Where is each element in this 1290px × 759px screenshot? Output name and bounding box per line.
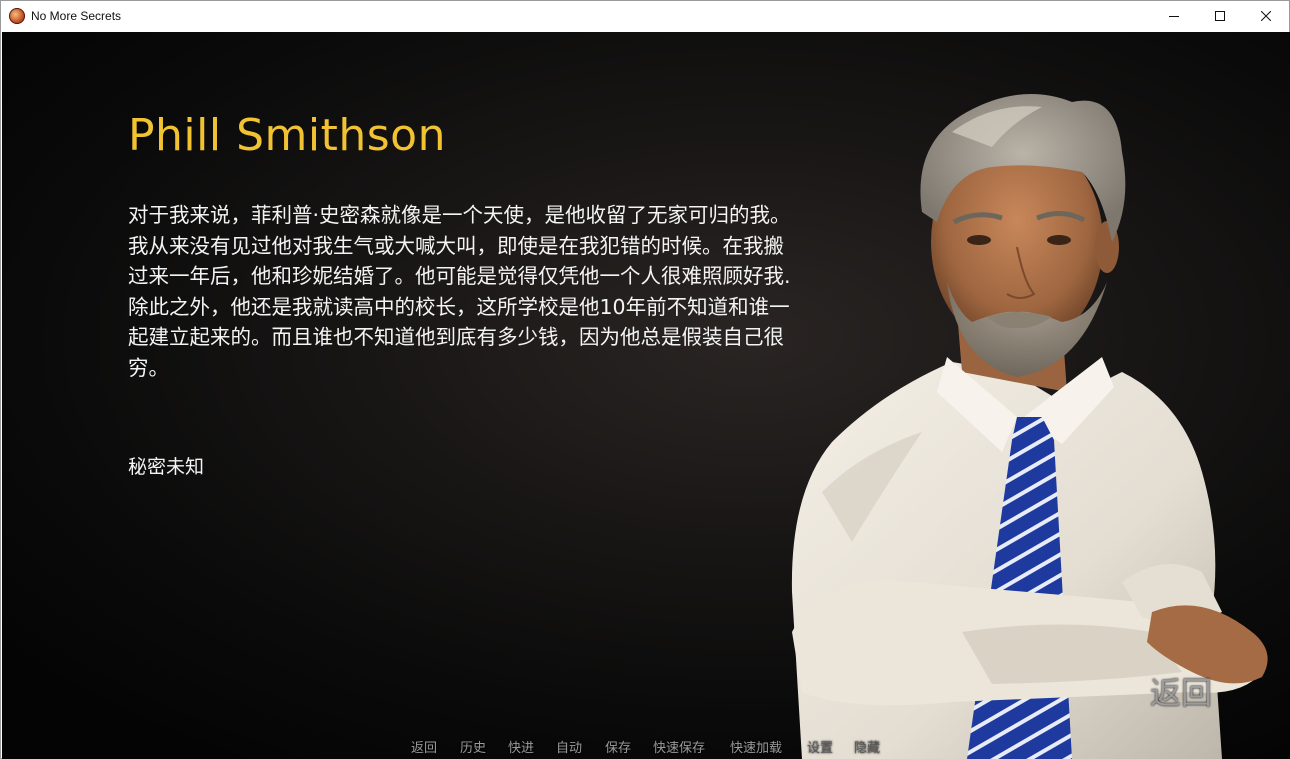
character-name: Phill Smithson	[128, 110, 446, 161]
quick-menu-skip[interactable]: 快进	[508, 739, 534, 759]
maximize-button[interactable]	[1197, 1, 1243, 31]
quick-menu-back[interactable]: 返回	[411, 739, 437, 759]
game-screen: Phill Smithson 对于我来说，菲利普·史密森就像是一个天使，是他收留…	[2, 32, 1290, 759]
back-button[interactable]: 返回	[1150, 674, 1212, 714]
window-title: No More Secrets	[31, 9, 122, 23]
game-window: No More Secrets Phill Smithson 对于我来说，菲利普…	[0, 0, 1290, 759]
secret-status: 秘密未知	[128, 456, 205, 478]
minimize-icon	[1169, 16, 1179, 17]
quick-menu: 返回 历史 快进 自动 保存 快速保存 快速加载 设置 隐藏	[2, 739, 1290, 759]
close-button[interactable]	[1243, 1, 1289, 31]
quick-menu-quick-save[interactable]: 快速保存	[653, 739, 705, 759]
quick-menu-quick-load[interactable]: 快速加载	[730, 739, 782, 759]
character-portrait	[791, 94, 1268, 759]
maximize-icon	[1215, 11, 1225, 21]
quick-menu-save[interactable]: 保存	[605, 739, 631, 759]
app-icon	[9, 8, 25, 24]
quick-menu-hide[interactable]: 隐藏	[854, 739, 880, 759]
title-bar[interactable]: No More Secrets	[1, 1, 1289, 31]
quick-menu-history[interactable]: 历史	[460, 739, 486, 759]
minimize-button[interactable]	[1151, 1, 1197, 31]
quick-menu-auto[interactable]: 自动	[556, 739, 582, 759]
quick-menu-settings[interactable]: 设置	[807, 739, 833, 759]
close-icon	[1261, 11, 1271, 21]
character-bio: 对于我来说，菲利普·史密森就像是一个天使，是他收留了无家可归的我。我从来没有见过…	[128, 203, 791, 380]
window-controls	[1151, 1, 1289, 31]
